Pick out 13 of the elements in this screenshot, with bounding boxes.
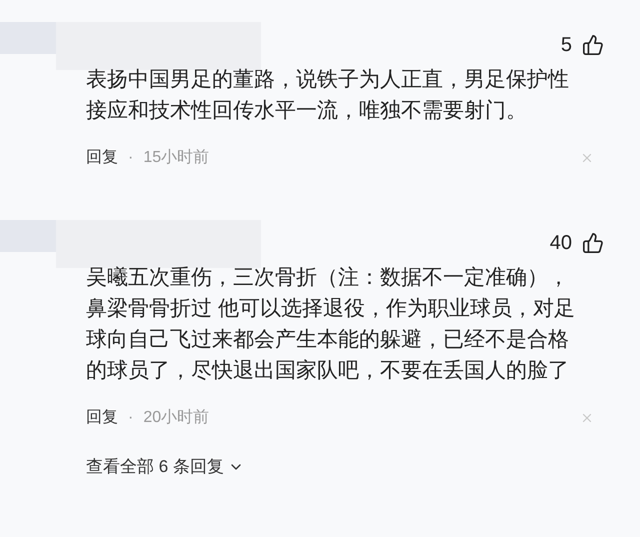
timestamp: 20小时前 bbox=[143, 408, 210, 428]
thumbs-up-icon[interactable] bbox=[582, 232, 604, 254]
timestamp: 15小时前 bbox=[143, 148, 210, 168]
separator-dot: · bbox=[128, 408, 134, 428]
view-all-replies-link[interactable]: 查看全部 6 条回复 bbox=[86, 454, 244, 480]
thumbs-up-icon[interactable] bbox=[582, 34, 604, 56]
reply-link[interactable]: 回复 bbox=[86, 406, 118, 430]
reply-link[interactable]: 回复 bbox=[86, 146, 118, 170]
like-count: 40 bbox=[550, 231, 572, 256]
comment-text: 吴曦五次重伤，三次骨折（注：数据不一定准确）， 鼻梁骨骨折过 他可以选择退役，作为职业球员，对足 球向自己飞过来都会产生本能的躲避，已经不是合格 的球员了，尽快退出国家队吧，不要在丢国人的脸了 bbox=[85, 265, 576, 384]
like-count: 5 bbox=[560, 33, 572, 58]
comment-text: 表扬中国男足的董路，说铁子为人正直，男足保护性 接应和技术性回传水平一流，唯独不需要射门。 bbox=[85, 67, 570, 124]
separator-dot: · bbox=[128, 148, 134, 168]
